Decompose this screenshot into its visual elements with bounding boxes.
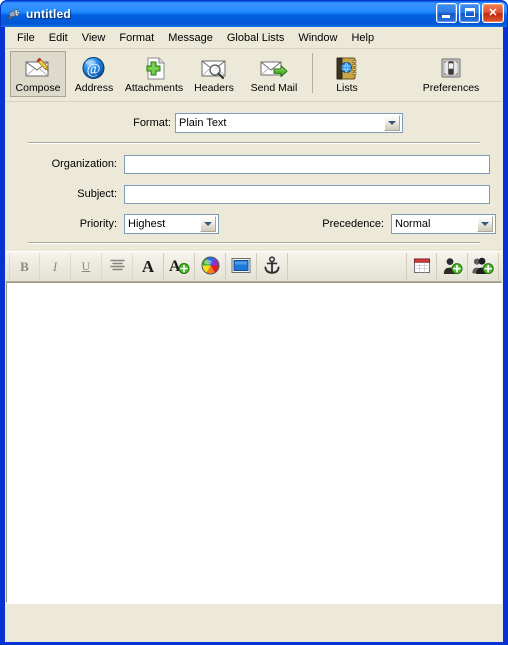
menu-bar: File Edit View Format Message Global Lis… (6, 28, 502, 49)
calendar-button[interactable] (406, 253, 437, 280)
chevron-down-icon[interactable] (477, 216, 493, 232)
chevron-down-icon[interactable] (200, 216, 216, 232)
format-select[interactable]: Plain Text (175, 113, 403, 133)
color-wheel-icon (201, 256, 220, 278)
align-lines-icon (109, 258, 126, 276)
message-body-editor[interactable] (6, 282, 502, 603)
minimize-button[interactable] (436, 3, 457, 23)
precedence-select-value: Normal (395, 218, 431, 230)
anchor-button[interactable] (257, 253, 288, 280)
form-divider-top (28, 142, 480, 144)
priority-select[interactable]: Highest (124, 214, 219, 234)
align-button[interactable] (102, 253, 133, 280)
envelope-magnifier-icon (199, 55, 229, 82)
toolbar-label-lists: Lists (336, 82, 358, 94)
subject-label: Subject: (77, 188, 117, 200)
toolbar-separator (312, 53, 313, 93)
close-button[interactable]: ✕ (482, 3, 504, 23)
menu-item-format[interactable]: Format (112, 30, 161, 46)
menu-item-view[interactable]: View (75, 30, 113, 46)
title-bar[interactable]: untitled ✕ (1, 1, 507, 27)
font-button[interactable]: A (133, 253, 164, 280)
maximize-button[interactable] (459, 3, 480, 23)
toolbar-button-send-mail[interactable]: Send Mail (242, 51, 306, 97)
at-sign-circle-icon: @ (79, 55, 109, 82)
application-window: untitled ✕ File Edit View Format Message… (0, 0, 508, 645)
font-icon: A (141, 257, 155, 276)
window-title: untitled (26, 7, 71, 21)
formatting-toolbar: B I U A A (6, 251, 502, 282)
address-book-globe-icon (332, 55, 362, 82)
precedence-label: Precedence: (322, 218, 384, 230)
toggle-switch-icon (436, 55, 466, 82)
message-header-form: Format: Plain Text Organization: Subject… (6, 102, 502, 244)
precedence-select[interactable]: Normal (391, 214, 496, 234)
form-divider-bottom (28, 242, 480, 244)
menu-item-global-lists[interactable]: Global Lists (220, 30, 291, 46)
menu-item-message[interactable]: Message (161, 30, 220, 46)
subject-input[interactable] (124, 184, 490, 204)
menu-item-file[interactable]: File (10, 30, 42, 46)
format-row: Format: Plain Text (6, 110, 502, 136)
italic-button[interactable]: I (40, 253, 71, 280)
main-toolbar: Compose @ Address Attachments Headers Se… (6, 49, 502, 102)
page-plus-icon (139, 55, 169, 82)
toolbar-button-lists[interactable]: Lists (319, 51, 375, 97)
close-icon: ✕ (488, 6, 498, 19)
format-select-value: Plain Text (179, 117, 227, 129)
font-add-icon: A (168, 256, 190, 278)
calendar-icon (413, 257, 431, 277)
minimize-icon (442, 15, 450, 18)
toolbar-button-preferences[interactable]: Preferences (419, 51, 483, 97)
chevron-down-icon[interactable] (384, 115, 400, 131)
toolbar-button-address[interactable]: @ Address (66, 51, 122, 97)
background-color-button[interactable] (226, 253, 257, 280)
bold-icon: B (20, 258, 29, 274)
priority-precedence-row: Priority: Highest Precedence: Normal (6, 211, 502, 237)
fill-color-icon (231, 257, 251, 277)
toolbar-label-preferences: Preferences (422, 82, 480, 94)
menu-item-edit[interactable]: Edit (42, 30, 75, 46)
toolbar-label-address: Address (74, 82, 114, 94)
add-contact-button[interactable] (437, 253, 468, 280)
toolbar-button-attachments[interactable]: Attachments (122, 51, 186, 97)
toolbar-button-headers[interactable]: Headers (186, 51, 242, 97)
toolbar-button-compose[interactable]: Compose (10, 51, 66, 97)
italic-icon: I (52, 258, 58, 274)
bold-button[interactable]: B (9, 253, 40, 280)
anchor-icon (263, 255, 281, 278)
toolbar-label-headers: Headers (194, 82, 234, 94)
add-group-button[interactable] (468, 253, 499, 280)
svg-text:@: @ (87, 62, 101, 78)
toolbar-label-attachments: Attachments (124, 82, 184, 94)
toolbar-label-send-mail: Send Mail (250, 82, 298, 94)
megaphone-icon (6, 6, 22, 22)
organization-label: Organization: (51, 158, 117, 170)
person-add-icon (442, 256, 463, 278)
maximize-icon (465, 8, 475, 17)
organization-row: Organization: (6, 151, 502, 177)
color-button[interactable] (195, 253, 226, 280)
envelope-pencil-icon (23, 55, 53, 82)
message-body-input[interactable] (7, 283, 501, 602)
underline-button[interactable]: U (71, 253, 102, 280)
toolbar-label-compose: Compose (15, 82, 61, 94)
menu-item-help[interactable]: Help (344, 30, 381, 46)
underline-icon: U (81, 259, 91, 273)
caption-buttons: ✕ (436, 3, 504, 23)
status-bar (6, 603, 502, 623)
envelope-arrow-icon (259, 55, 289, 82)
priority-select-value: Highest (128, 218, 166, 230)
format-label: Format: (133, 117, 171, 129)
organization-input[interactable] (124, 154, 490, 174)
font-add-button[interactable]: A (164, 253, 195, 280)
menu-item-window[interactable]: Window (291, 30, 344, 46)
priority-label: Priority: (79, 218, 117, 230)
group-add-icon (472, 256, 494, 278)
subject-row: Subject: (6, 181, 502, 207)
client-area: File Edit View Format Message Global Lis… (5, 27, 503, 642)
